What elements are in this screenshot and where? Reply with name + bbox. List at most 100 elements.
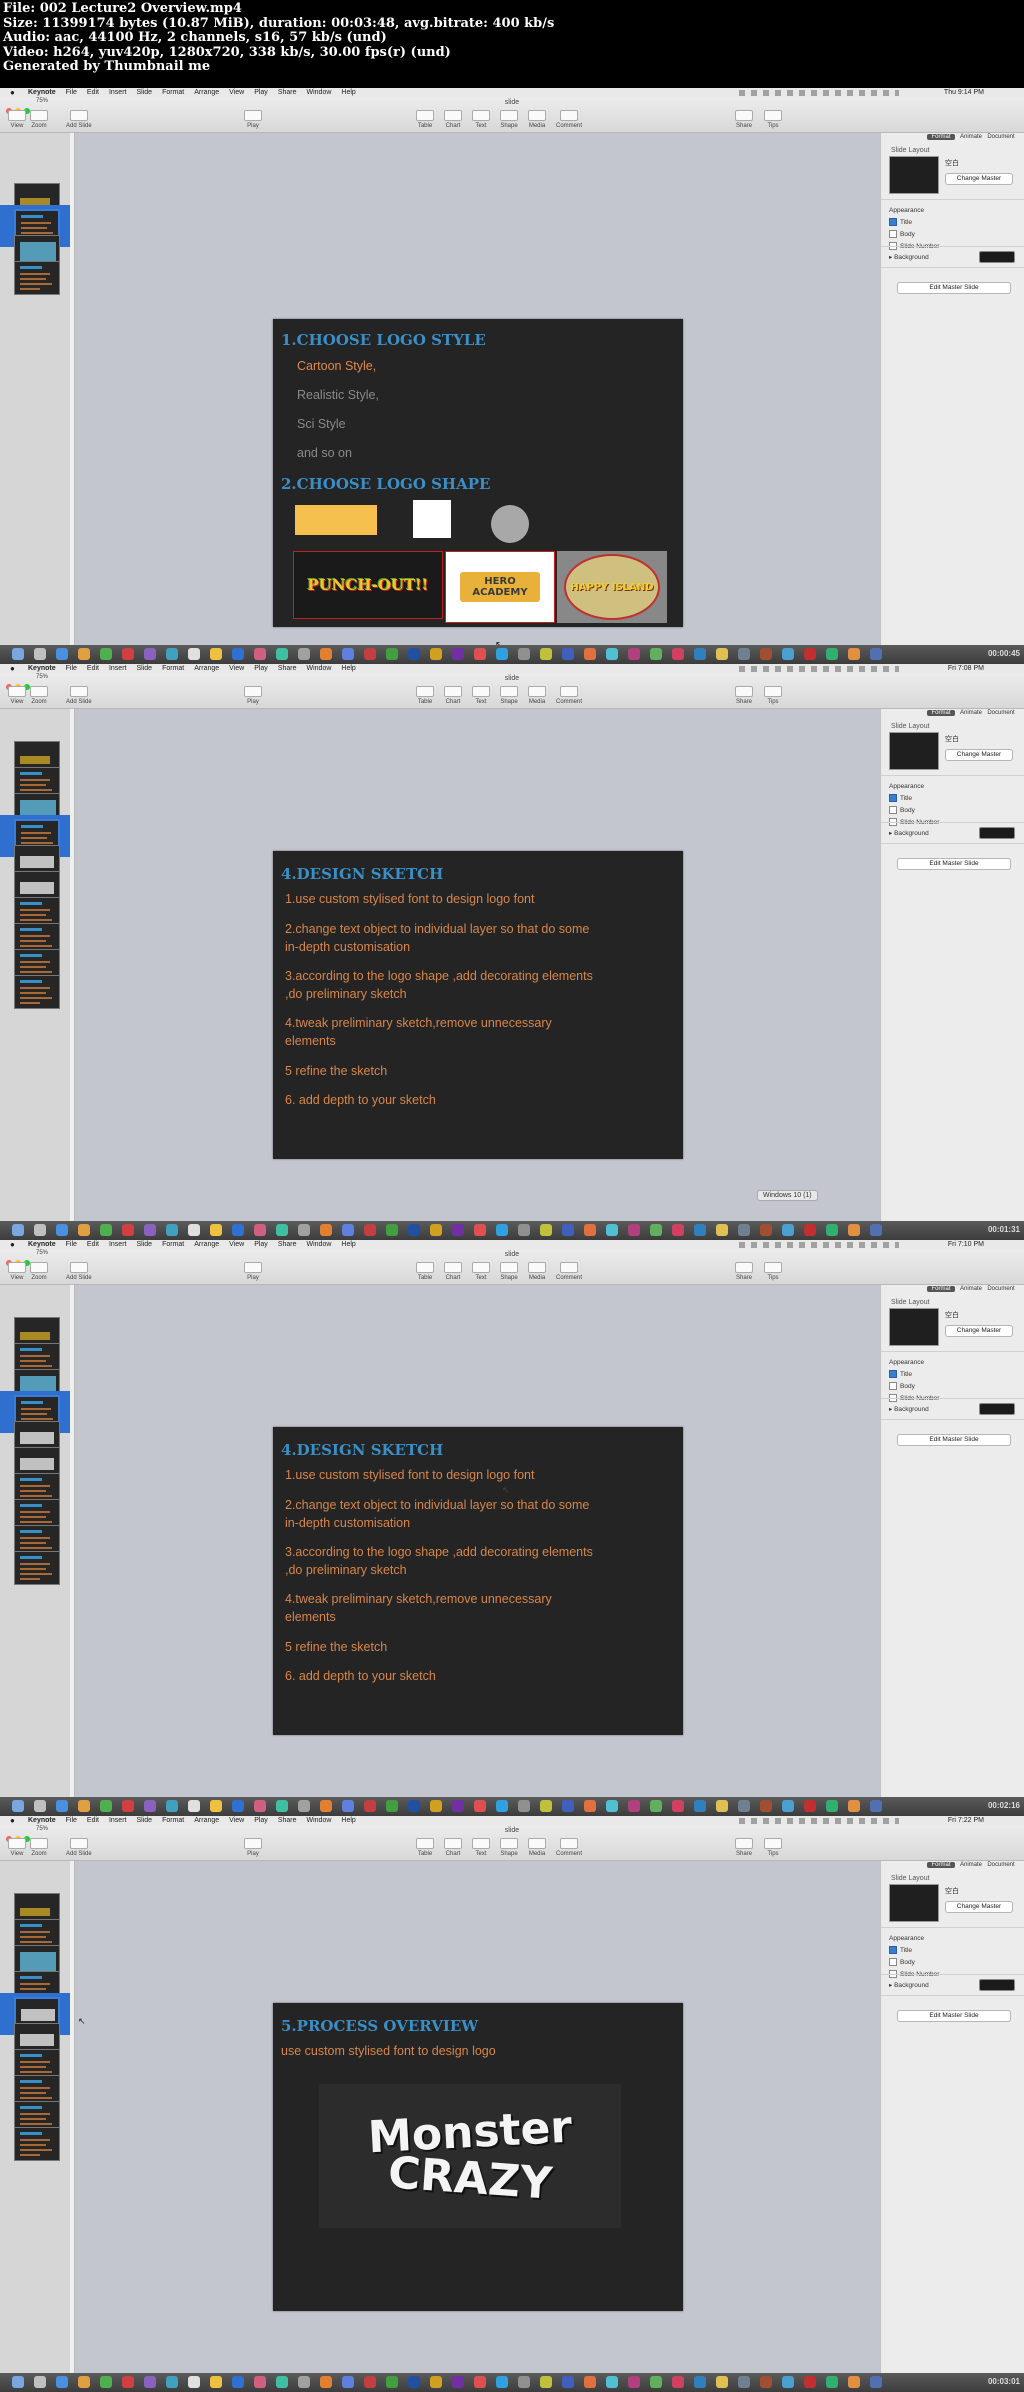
dock-app-icon[interactable] (738, 1800, 750, 1812)
dock-app-icon[interactable] (144, 1800, 156, 1812)
chart-button[interactable]: Chart (444, 1838, 462, 1857)
dock-app-icon[interactable] (628, 1800, 640, 1812)
tab-document[interactable]: Document (987, 1286, 1015, 1292)
apple-menu-icon[interactable]: ● (10, 664, 15, 674)
menu-slide[interactable]: Slide (136, 665, 152, 672)
dock-app-icon[interactable] (342, 2376, 354, 2388)
dock-app-icon[interactable] (870, 1800, 882, 1812)
dock-app-icon[interactable] (408, 1224, 420, 1236)
title-checkbox[interactable]: Title (889, 217, 939, 229)
dock-app-icon[interactable] (518, 2376, 530, 2388)
dock-app-icon[interactable] (848, 1800, 860, 1812)
share-button[interactable]: Share (735, 1838, 753, 1857)
dock-app-icon[interactable] (474, 648, 486, 660)
menu-window[interactable]: Window (307, 1241, 332, 1248)
dock-app-icon[interactable] (584, 1800, 596, 1812)
dock-app-icon[interactable] (430, 1224, 442, 1236)
dock-app-icon[interactable] (474, 2376, 486, 2388)
dock-app-icon[interactable] (364, 2376, 376, 2388)
tab-format[interactable]: Format (927, 134, 955, 140)
table-button[interactable]: Table (416, 686, 434, 705)
dock-app-icon[interactable] (78, 1224, 90, 1236)
dock-app-icon[interactable] (738, 648, 750, 660)
background-color-well[interactable] (979, 1979, 1015, 1991)
zoom-button[interactable]: Zoom (30, 1262, 48, 1281)
dock-app-icon[interactable] (56, 1800, 68, 1812)
dock-app-icon[interactable] (518, 1800, 530, 1812)
dock-app-icon[interactable] (716, 1800, 728, 1812)
shape-button[interactable]: Shape (500, 110, 518, 129)
dock-app-icon[interactable] (474, 1800, 486, 1812)
tab-format[interactable]: Format (927, 710, 955, 716)
slide-number-checkbox[interactable]: Slide Number (889, 1393, 939, 1405)
dock-app-icon[interactable] (650, 1224, 662, 1236)
dock-app-icon[interactable] (342, 1224, 354, 1236)
slide-thumbnail[interactable] (14, 975, 60, 1009)
dock-app-icon[interactable] (188, 1800, 200, 1812)
change-master-button[interactable]: Change Master (945, 1325, 1013, 1337)
menu-keynote[interactable]: Keynote (28, 1241, 56, 1248)
background-color-well[interactable] (979, 1403, 1015, 1415)
dock-app-icon[interactable] (254, 648, 266, 660)
dock-app-icon[interactable] (364, 1224, 376, 1236)
slide-number-checkbox[interactable]: Slide Number (889, 1969, 939, 1981)
edit-master-slide-button[interactable]: Edit Master Slide (897, 282, 1011, 294)
dock-app-icon[interactable] (562, 2376, 574, 2388)
dock-app-icon[interactable] (144, 648, 156, 660)
dock-app-icon[interactable] (122, 1224, 134, 1236)
dock-app-icon[interactable] (188, 1224, 200, 1236)
dock-app-icon[interactable] (452, 1800, 464, 1812)
dock-app-icon[interactable] (12, 648, 24, 660)
tips-button[interactable]: Tips (764, 686, 782, 705)
dock-app-icon[interactable] (782, 1800, 794, 1812)
circle-shape[interactable] (491, 505, 529, 543)
dock-app-icon[interactable] (408, 648, 420, 660)
dock-app-icon[interactable] (100, 2376, 112, 2388)
dock-app-icon[interactable] (672, 648, 684, 660)
dock-app-icon[interactable] (826, 1800, 838, 1812)
square-shape[interactable] (413, 500, 451, 538)
tab-animate[interactable]: Animate (957, 1286, 985, 1292)
share-button[interactable]: Share (735, 1262, 753, 1281)
dock-app-icon[interactable] (584, 1224, 596, 1236)
media-button[interactable]: Media (528, 1262, 546, 1281)
menu-help[interactable]: Help (341, 89, 355, 96)
master-thumbnail[interactable] (889, 1308, 939, 1346)
dock-app-icon[interactable] (276, 1800, 288, 1812)
zoom-value[interactable]: 75% (36, 1250, 48, 1256)
dock-app-icon[interactable] (628, 2376, 640, 2388)
dock-app-icon[interactable] (584, 2376, 596, 2388)
table-button[interactable]: Table (416, 1838, 434, 1857)
add-slide-button[interactable]: Add Slide (66, 1262, 92, 1281)
media-button[interactable]: Media (528, 686, 546, 705)
menu-arrange[interactable]: Arrange (194, 665, 219, 672)
slide-number-checkbox[interactable]: Slide Number (889, 817, 939, 829)
dock-app-icon[interactable] (540, 648, 552, 660)
dock-app-icon[interactable] (122, 1800, 134, 1812)
dock-app-icon[interactable] (34, 1800, 46, 1812)
dock-app-icon[interactable] (606, 648, 618, 660)
background-color-well[interactable] (979, 827, 1015, 839)
dock-app-icon[interactable] (716, 1224, 728, 1236)
dock-app-icon[interactable] (320, 648, 332, 660)
menu-view[interactable]: View (229, 665, 244, 672)
dock-app-icon[interactable] (320, 2376, 332, 2388)
zoom-value[interactable]: 75% (36, 1826, 48, 1832)
menu-format[interactable]: Format (162, 1241, 184, 1248)
dock-app-icon[interactable] (848, 648, 860, 660)
dock-app-icon[interactable] (320, 1800, 332, 1812)
dock-app-icon[interactable] (166, 1800, 178, 1812)
menu-edit[interactable]: Edit (87, 89, 99, 96)
dock-app-icon[interactable] (518, 648, 530, 660)
dock-app-icon[interactable] (694, 1224, 706, 1236)
dock-app-icon[interactable] (826, 2376, 838, 2388)
text-button[interactable]: Text (472, 110, 490, 129)
comment-button[interactable]: Comment (556, 1838, 582, 1857)
dock-app-icon[interactable] (408, 2376, 420, 2388)
menu-file[interactable]: File (66, 1817, 77, 1824)
dock-app-icon[interactable] (188, 648, 200, 660)
edit-master-slide-button[interactable]: Edit Master Slide (897, 858, 1011, 870)
dock-app-icon[interactable] (518, 1224, 530, 1236)
dock-app-icon[interactable] (540, 2376, 552, 2388)
rectangle-shape[interactable] (295, 505, 377, 535)
